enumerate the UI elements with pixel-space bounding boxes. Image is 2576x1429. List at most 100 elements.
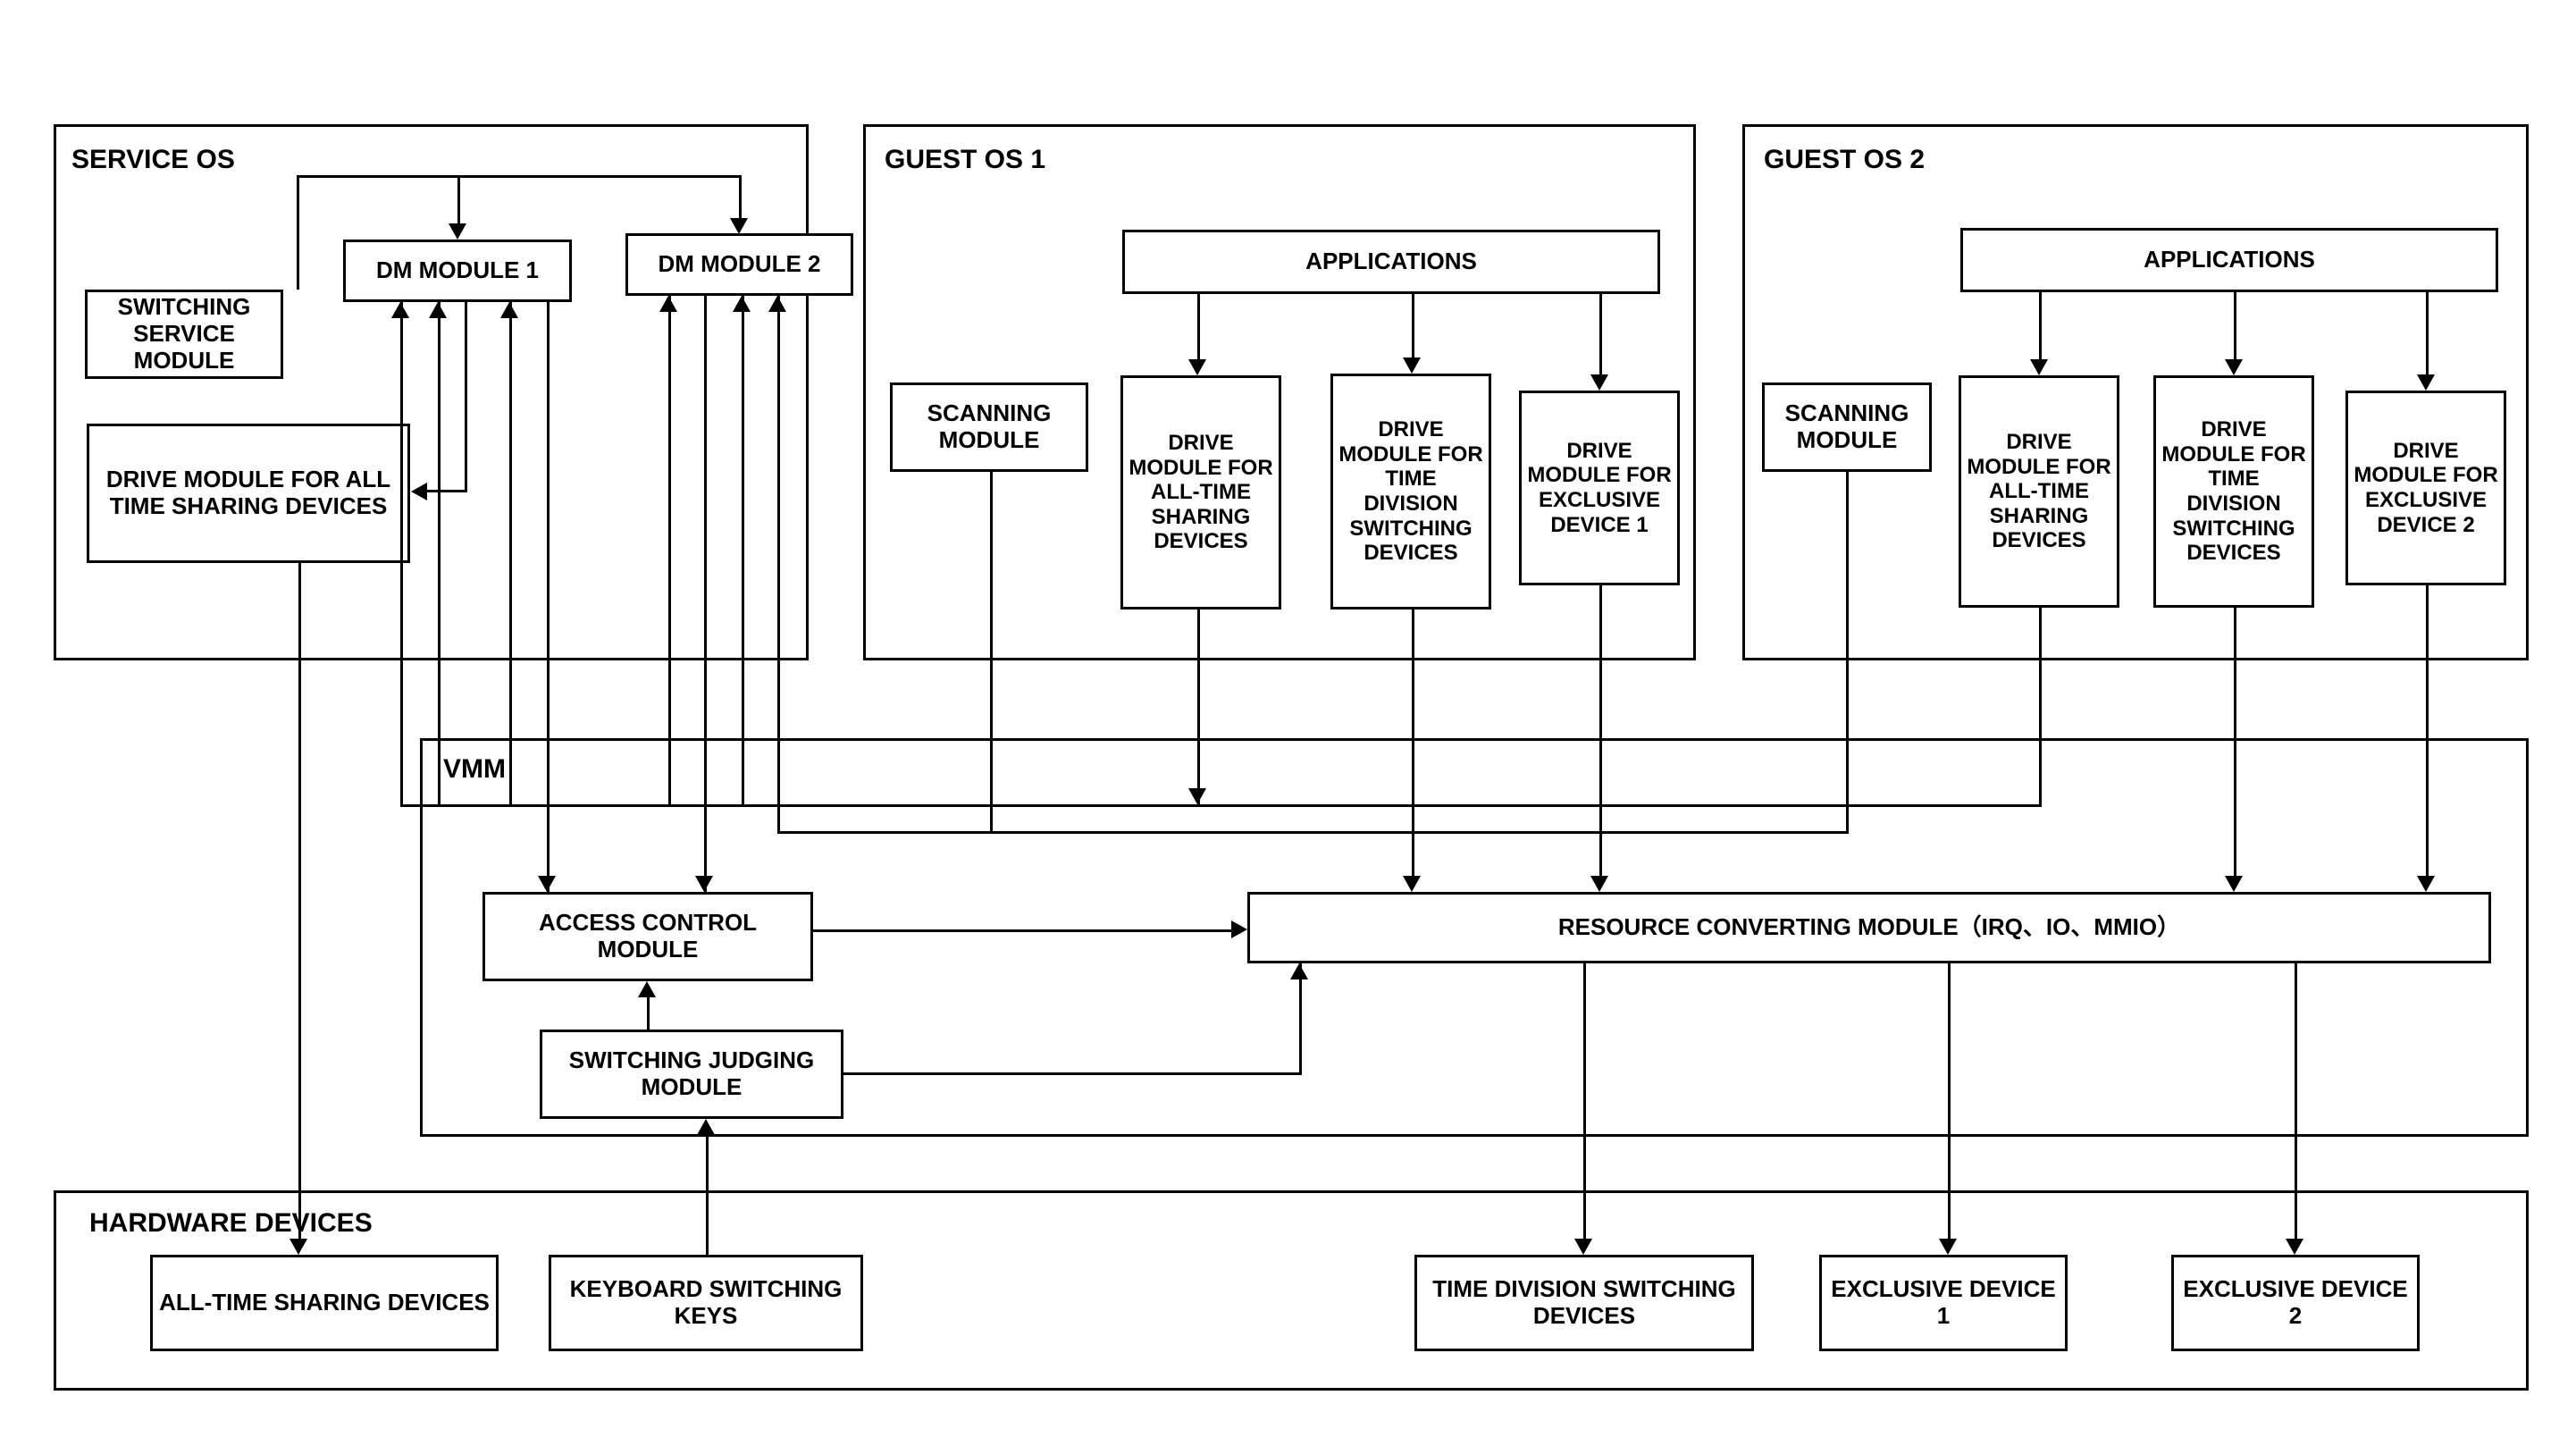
arrow-line [647, 997, 650, 1030]
guest1-drive-exclusive-box: DRIVE MODULE FOR EXCLUSIVE DEVICE 1 [1519, 391, 1680, 585]
arrow-line [2426, 292, 2429, 374]
arrow-line [668, 296, 671, 744]
arrow-head-icon [538, 876, 556, 892]
arrow-line [427, 490, 467, 492]
time-div-switching-devices-box: TIME DIVISION SWITCHING DEVICES [1414, 1255, 1754, 1351]
guest1-drive-all-time-box: DRIVE MODULE FOR ALL-TIME SHARING DEVICE… [1120, 375, 1281, 609]
arrow-line [990, 472, 993, 834]
arrow-head-icon [1939, 1239, 1957, 1255]
arrow-line [742, 744, 744, 807]
arrow-head-icon [411, 483, 427, 500]
resource-converting-box: RESOURCE CONVERTING MODULE（IRQ、IO、MMIO） [1247, 892, 2491, 963]
switching-service-module-label: SWITCHING SERVICE MODULE [93, 294, 275, 374]
arrow-head-icon [1188, 788, 1206, 804]
guest1-applications-label: APPLICATIONS [1305, 248, 1477, 275]
arrow-head-icon [2417, 374, 2435, 391]
exclusive-device-1-box: EXCLUSIVE DEVICE 1 [1819, 1255, 2068, 1351]
arrow-head-icon [638, 981, 656, 997]
arrow-line [1197, 804, 2042, 807]
arrow-line [547, 302, 550, 892]
arrow-line [297, 175, 742, 178]
all-time-sharing-devices-label: ALL-TIME SHARING DEVICES [159, 1290, 490, 1316]
guest2-scanning-box: SCANNING MODULE [1762, 382, 1932, 472]
arrow-line [1197, 609, 1200, 804]
exclusive-device-2-label: EXCLUSIVE DEVICE 2 [2179, 1276, 2412, 1330]
guest1-scanning-label: SCANNING MODULE [898, 400, 1080, 454]
guest1-drive-time-div-box: DRIVE MODULE FOR TIME DIVISION SWITCHING… [1330, 374, 1491, 609]
drive-module-all-time-box: DRIVE MODULE FOR ALL TIME SHARING DEVICE… [87, 424, 410, 563]
arrow-line [813, 929, 1231, 932]
access-control-box: ACCESS CONTROL MODULE [482, 892, 813, 981]
guest1-drive-time-div-label: DRIVE MODULE FOR TIME DIVISION SWITCHING… [1338, 417, 1483, 566]
arrow-line [1599, 294, 1602, 374]
service-os-container [54, 124, 809, 660]
arrow-line [400, 744, 403, 807]
arrow-head-icon [697, 1119, 715, 1135]
arrow-line [777, 831, 1846, 834]
dm-module-2-label: DM MODULE 2 [659, 251, 821, 278]
access-control-label: ACCESS CONTROL MODULE [491, 910, 805, 963]
exclusive-device-1-label: EXCLUSIVE DEVICE 1 [1827, 1276, 2060, 1330]
arrow-line [509, 302, 512, 744]
guest1-drive-exclusive-label: DRIVE MODULE FOR EXCLUSIVE DEVICE 1 [1527, 439, 1672, 537]
arrow-head-icon [289, 1239, 307, 1255]
guest-os-1-title: GUEST OS 1 [885, 145, 1045, 175]
arrow-head-icon [1590, 876, 1608, 892]
arrow-line [400, 302, 403, 744]
service-os-title: SERVICE OS [71, 145, 235, 175]
resource-converting-label: RESOURCE CONVERTING MODULE（IRQ、IO、MMIO） [1558, 914, 2180, 941]
guest2-drive-all-time-box: DRIVE MODULE FOR ALL-TIME SHARING DEVICE… [1959, 375, 2119, 608]
arrow-line [438, 744, 441, 807]
arrow-line [2234, 292, 2236, 359]
arrow-head-icon [429, 302, 447, 318]
arrow-line [297, 175, 299, 290]
arrow-head-icon [2225, 876, 2243, 892]
guest2-applications-label: APPLICATIONS [2144, 247, 2315, 273]
arrow-head-icon [500, 302, 518, 318]
guest2-drive-exclusive-label: DRIVE MODULE FOR EXCLUSIVE DEVICE 2 [2354, 439, 2498, 537]
dm-module-2-box: DM MODULE 2 [625, 233, 853, 296]
guest2-drive-exclusive-box: DRIVE MODULE FOR EXCLUSIVE DEVICE 2 [2345, 391, 2506, 585]
arrow-line [1412, 609, 1414, 876]
arrow-head-icon [1290, 963, 1308, 979]
arrow-line [1197, 294, 1200, 359]
all-time-sharing-devices-box: ALL-TIME SHARING DEVICES [150, 1255, 499, 1351]
arrow-line [2039, 608, 2042, 804]
vmm-title: VMM [443, 754, 506, 785]
arrow-line [706, 1135, 709, 1255]
arrow-head-icon [1403, 876, 1421, 892]
arrow-head-icon [2030, 359, 2048, 375]
guest1-scanning-box: SCANNING MODULE [890, 382, 1088, 472]
arrow-head-icon [2225, 359, 2243, 375]
arrow-line [509, 744, 512, 807]
arrow-head-icon [449, 223, 466, 240]
arrow-head-icon [1574, 1239, 1592, 1255]
dm-module-1-box: DM MODULE 1 [343, 240, 572, 302]
arrow-head-icon [1231, 920, 1247, 938]
guest2-drive-time-div-box: DRIVE MODULE FOR TIME DIVISION SWITCHING… [2153, 375, 2314, 608]
arrow-line [298, 563, 301, 1239]
arrow-line [2039, 292, 2042, 359]
arrow-line [465, 302, 467, 492]
arrow-line [2234, 608, 2236, 876]
switching-judging-box: SWITCHING JUDGING MODULE [540, 1030, 843, 1119]
arrow-line [843, 1072, 1299, 1075]
guest2-applications-box: APPLICATIONS [1960, 228, 2498, 292]
arrow-head-icon [768, 296, 786, 312]
arrow-line [1412, 294, 1414, 357]
arrow-line [2426, 585, 2429, 876]
guest2-drive-time-div-label: DRIVE MODULE FOR TIME DIVISION SWITCHING… [2161, 417, 2306, 566]
arrow-head-icon [2286, 1239, 2303, 1255]
arrow-line [739, 175, 742, 220]
arrow-head-icon [733, 296, 751, 312]
arrow-head-icon [695, 876, 713, 892]
arrow-line [704, 296, 707, 892]
arrow-head-icon [1188, 359, 1206, 375]
arrow-line [668, 744, 671, 807]
hardware-title: HARDWARE DEVICES [89, 1208, 373, 1239]
arrow-head-icon [2417, 876, 2435, 892]
arrow-line [1846, 472, 1849, 834]
guest1-applications-box: APPLICATIONS [1122, 230, 1660, 294]
exclusive-device-2-box: EXCLUSIVE DEVICE 2 [2171, 1255, 2420, 1351]
keyboard-switching-keys-box: KEYBOARD SWITCHING KEYS [549, 1255, 863, 1351]
